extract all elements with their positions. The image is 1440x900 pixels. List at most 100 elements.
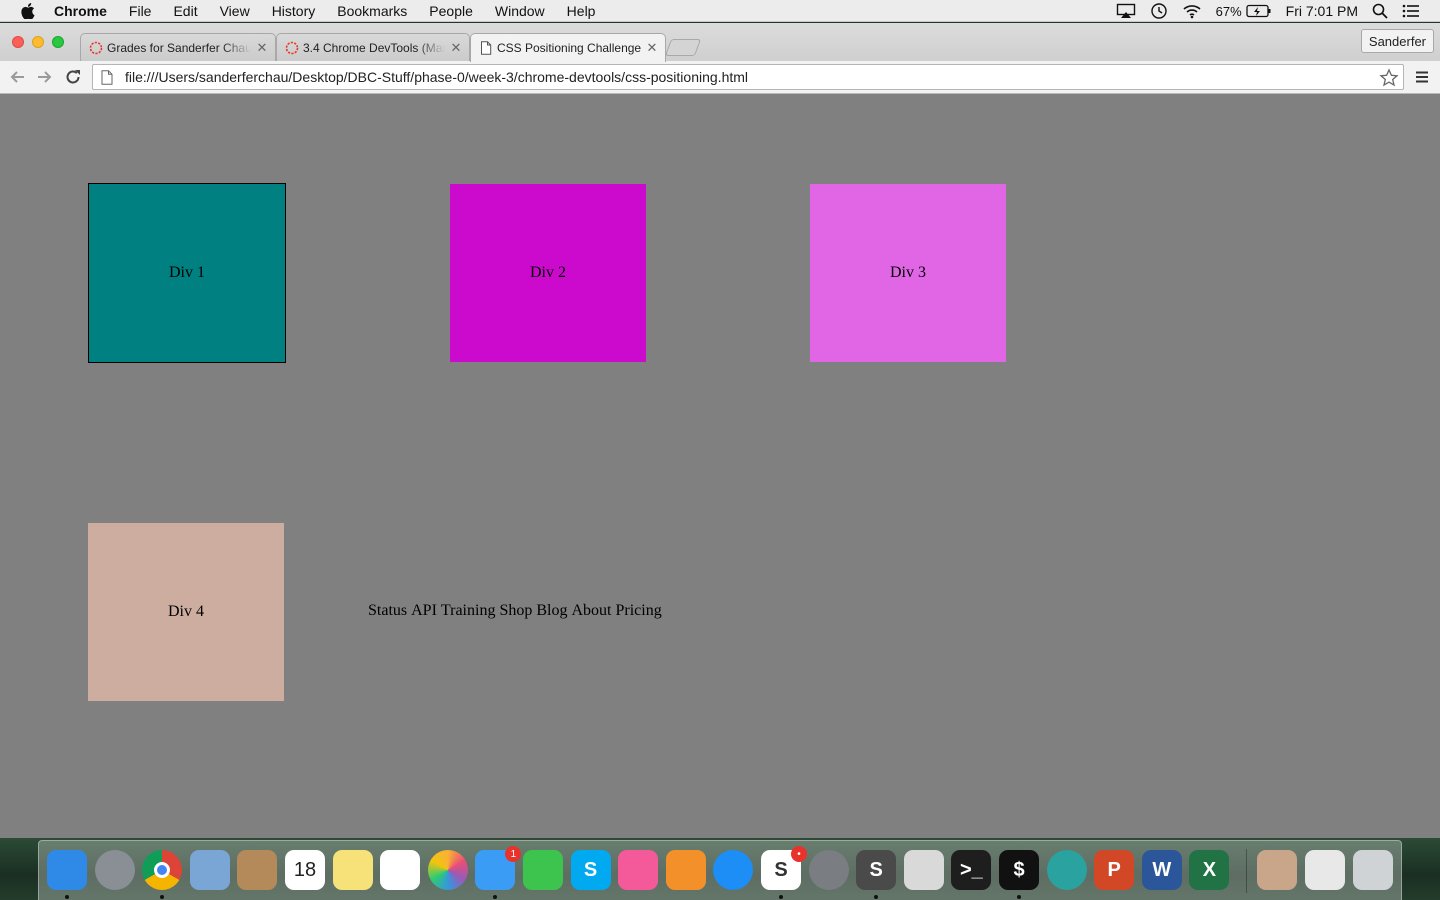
link-pricing[interactable]: Pricing — [615, 602, 661, 620]
page-icon — [479, 41, 493, 55]
forward-arrow-icon[interactable] — [35, 67, 55, 87]
reload-icon[interactable] — [63, 67, 83, 87]
address-bar-url[interactable]: file:///Users/sanderferchau/Desktop/DBC-… — [125, 69, 748, 85]
page-info-icon[interactable] — [101, 69, 115, 85]
address-bar[interactable]: file:///Users/sanderferchau/Desktop/DBC-… — [92, 64, 1404, 90]
tab-close-icon[interactable]: ✕ — [645, 40, 659, 56]
app-store-icon[interactable] — [713, 850, 754, 890]
finder-icon[interactable] — [47, 850, 87, 890]
tab-devtools[interactable]: 3.4 Chrome DevTools (Man ✕ — [276, 33, 470, 61]
spotlight-search-icon[interactable] — [1372, 3, 1388, 19]
dock: 18 1 S S • S >_ $ P W X — [38, 840, 1402, 900]
word-icon[interactable]: W — [1141, 850, 1182, 890]
link-blog[interactable]: Blog — [536, 602, 567, 620]
excel-icon[interactable]: X — [1189, 850, 1230, 890]
trash-icon[interactable] — [1353, 850, 1393, 890]
user-folder-icon[interactable] — [1257, 850, 1297, 890]
page-viewport: Div 1 Div 2 Div 3 Div 4 Status API Train… — [0, 95, 1440, 838]
link-api[interactable]: API — [411, 602, 437, 620]
tab-css-positioning[interactable]: CSS Positioning Challenge ✕ — [470, 33, 666, 62]
contacts-icon[interactable] — [237, 850, 278, 890]
sublime-text-icon[interactable]: S — [856, 850, 897, 890]
apple-menu-icon[interactable] — [20, 2, 36, 19]
link-about[interactable]: About — [571, 602, 611, 620]
itunes-icon[interactable] — [618, 850, 659, 890]
menu-people[interactable]: People — [429, 3, 473, 19]
menu-app-name[interactable]: Chrome — [54, 3, 107, 19]
excel-icon-text: X — [1202, 858, 1217, 881]
running-indicator — [874, 895, 879, 899]
facetime-icon[interactable] — [523, 850, 563, 890]
running-indicator — [160, 895, 165, 899]
tab-title: 3.4 Chrome DevTools (Man — [303, 40, 445, 55]
notes-icon[interactable] — [332, 850, 373, 890]
div-2-box: Div 2 — [450, 184, 646, 362]
menu-history[interactable]: History — [272, 3, 316, 19]
tab-title: CSS Positioning Challenge — [497, 41, 641, 55]
menu-window[interactable]: Window — [495, 3, 545, 19]
calendar-icon[interactable]: 18 — [285, 850, 325, 890]
mail-icon[interactable] — [189, 850, 230, 890]
airplay-icon[interactable] — [1116, 3, 1136, 19]
canvas-lms-icon — [285, 41, 299, 55]
chrome-menu-icon[interactable] — [1414, 69, 1430, 85]
menu-edit[interactable]: Edit — [173, 3, 197, 19]
new-tab-button[interactable] — [664, 39, 702, 56]
div-3-box: Div 3 — [810, 184, 1006, 362]
skype-icon[interactable]: S — [570, 850, 611, 890]
powerpoint-icon[interactable]: P — [1094, 850, 1135, 890]
back-arrow-icon[interactable] — [7, 67, 27, 87]
photos-icon[interactable] — [427, 850, 468, 890]
menu-help[interactable]: Help — [567, 3, 596, 19]
canvas-lms-icon — [89, 41, 103, 55]
div-2-label: Div 2 — [530, 264, 566, 281]
bookmark-star-icon[interactable] — [1379, 68, 1399, 92]
battery-charging-icon[interactable] — [1245, 4, 1272, 18]
link-training[interactable]: Training — [441, 602, 496, 620]
running-indicator — [493, 895, 498, 899]
reminders-icon[interactable] — [380, 850, 421, 890]
downloads-stack-icon[interactable] — [1305, 850, 1345, 890]
sourcetree-icon[interactable] — [1046, 850, 1087, 890]
system-preferences-icon[interactable] — [808, 850, 849, 890]
tab-close-icon[interactable]: ✕ — [449, 40, 463, 56]
wifi-icon[interactable] — [1182, 3, 1202, 19]
notification-badge: • — [791, 846, 807, 862]
menu-bar: Chrome File Edit View History Bookmarks … — [0, 0, 1440, 22]
dock-separator — [1246, 849, 1247, 893]
link-shop[interactable]: Shop — [499, 602, 532, 620]
browser-toolbar: file:///Users/sanderferchau/Desktop/DBC-… — [0, 61, 1440, 94]
close-window-button[interactable] — [12, 36, 24, 48]
zoom-window-button[interactable] — [52, 36, 64, 48]
iterm-icon-text: $ — [1013, 858, 1025, 881]
time-machine-icon[interactable] — [1150, 2, 1168, 20]
menu-view[interactable]: View — [220, 3, 250, 19]
link-status[interactable]: Status — [368, 602, 407, 620]
ibooks-icon[interactable] — [665, 850, 706, 890]
minimize-window-button[interactable] — [32, 36, 44, 48]
profile-button[interactable]: Sanderfer — [1360, 29, 1434, 53]
notification-center-icon[interactable] — [1402, 4, 1420, 18]
menu-bookmarks[interactable]: Bookmarks — [337, 3, 407, 19]
terminal-icon[interactable]: >_ — [951, 850, 992, 890]
notification-badge: 1 — [505, 846, 522, 862]
skype-icon-text: S — [583, 858, 598, 881]
launchpad-icon[interactable] — [94, 850, 135, 890]
running-indicator — [779, 895, 783, 899]
running-indicator — [1017, 895, 1021, 899]
menubar-clock[interactable]: Fri 7:01 PM — [1286, 3, 1358, 19]
iterm-icon[interactable]: $ — [999, 850, 1039, 890]
powerpoint-icon-text: P — [1107, 858, 1121, 881]
div-1-box: Div 1 — [88, 183, 286, 363]
menu-file[interactable]: File — [129, 3, 152, 19]
div-4-label: Div 4 — [168, 603, 204, 620]
tab-close-icon[interactable]: ✕ — [255, 40, 269, 56]
div-4-box: Div 4 — [88, 523, 284, 701]
running-indicator — [65, 895, 69, 899]
terminal-icon-text: >_ — [959, 858, 983, 881]
chrome-icon[interactable] — [142, 850, 183, 890]
tab-grades[interactable]: Grades for Sanderfer Chau ✕ — [80, 33, 276, 61]
word-icon-text: W — [1152, 858, 1172, 881]
calendar-icon-text: 18 — [293, 858, 317, 881]
github-desktop-icon[interactable] — [903, 850, 944, 890]
